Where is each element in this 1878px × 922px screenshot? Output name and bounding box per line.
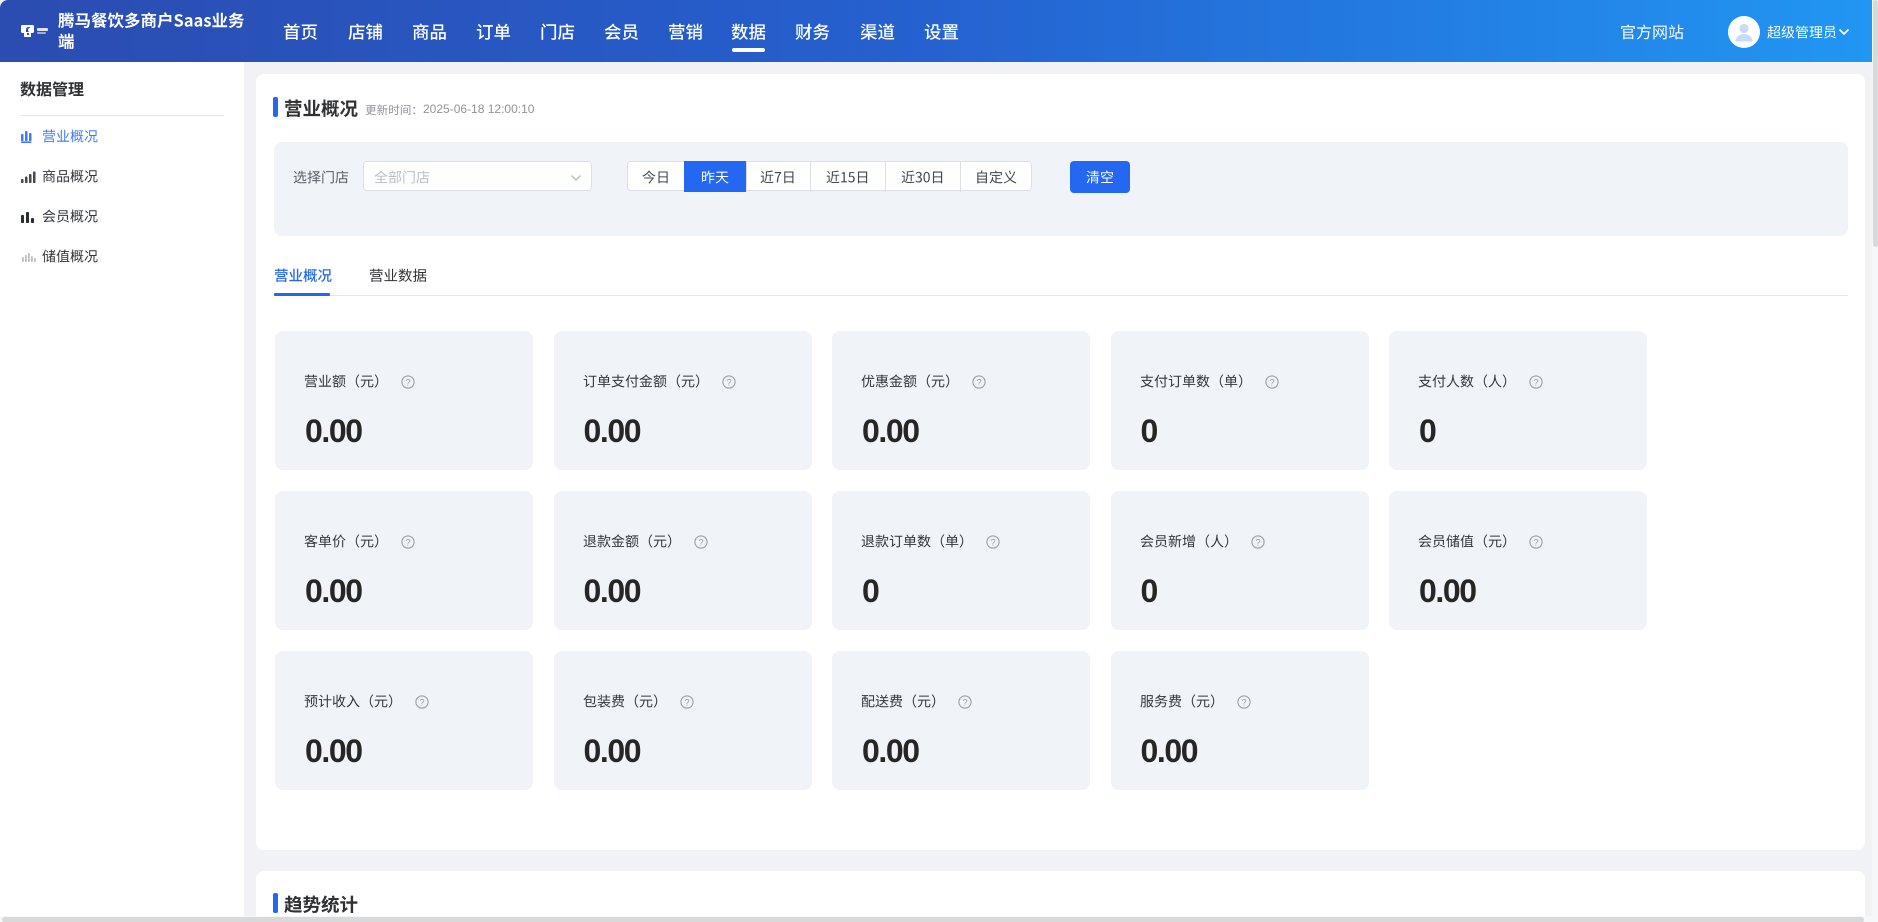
svg-text:?: ? (405, 377, 410, 388)
svg-text:?: ? (990, 537, 995, 548)
svg-text:?: ? (1241, 697, 1246, 708)
svg-text:?: ? (405, 537, 410, 548)
svg-text:?: ? (976, 377, 981, 388)
svg-text:?: ? (962, 697, 967, 708)
svg-text:?: ? (1255, 537, 1260, 548)
svg-text:?: ? (726, 377, 731, 388)
svg-text:?: ? (698, 537, 703, 548)
svg-text:?: ? (684, 697, 689, 708)
svg-text:?: ? (1533, 537, 1538, 548)
svg-text:?: ? (1533, 377, 1538, 388)
svg-text:?: ? (1269, 377, 1274, 388)
svg-text:?: ? (419, 697, 424, 708)
